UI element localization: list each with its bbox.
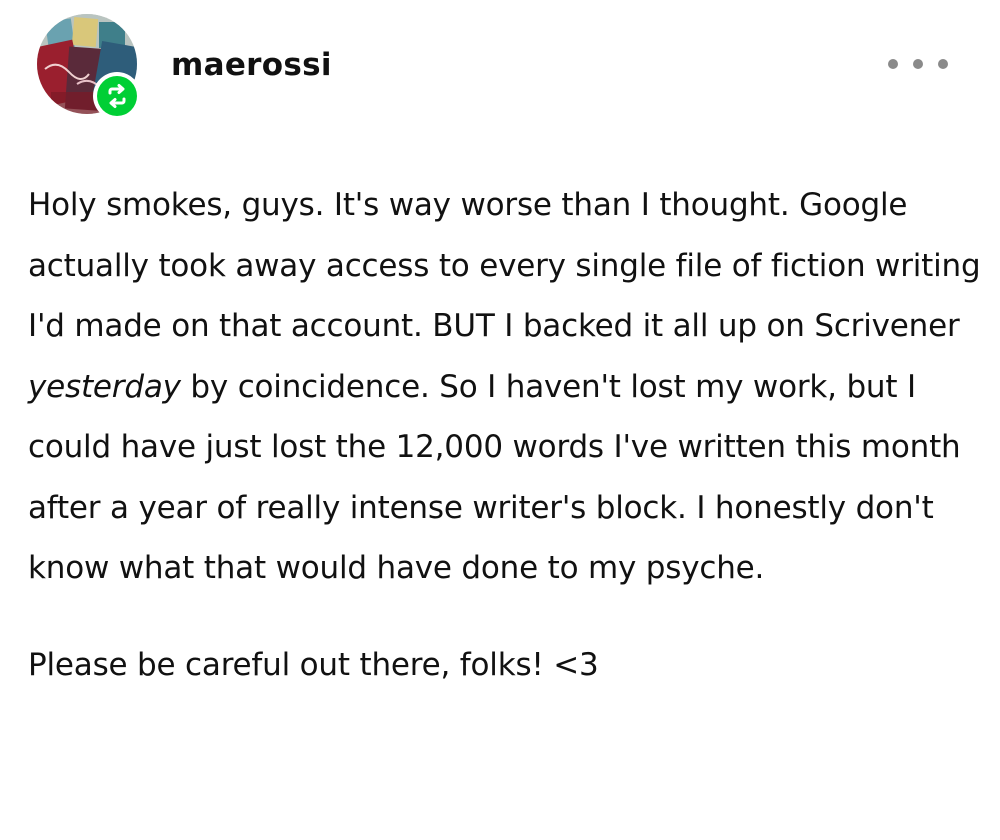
reblog-badge bbox=[93, 72, 141, 120]
post-paragraph: Please be careful out there, folks! <3 bbox=[28, 646, 599, 683]
reblog-icon bbox=[97, 76, 137, 116]
more-horizontal-icon bbox=[913, 59, 923, 69]
paragraph-emphasis: yesterday bbox=[28, 368, 181, 405]
post-paragraph: Holy smokes, guys. It's way worse than I… bbox=[28, 175, 988, 599]
more-options-button[interactable] bbox=[888, 50, 948, 78]
more-horizontal-icon bbox=[938, 59, 948, 69]
avatar-group[interactable] bbox=[37, 14, 145, 122]
post-card: maerossi Holy smokes, guys. It's way wor… bbox=[0, 0, 1000, 840]
more-horizontal-icon bbox=[888, 59, 898, 69]
post-username[interactable]: maerossi bbox=[171, 42, 332, 88]
paragraph-text: Holy smokes, guys. It's way worse than I… bbox=[28, 187, 981, 344]
post-body: Holy smokes, guys. It's way worse than I… bbox=[28, 175, 988, 695]
